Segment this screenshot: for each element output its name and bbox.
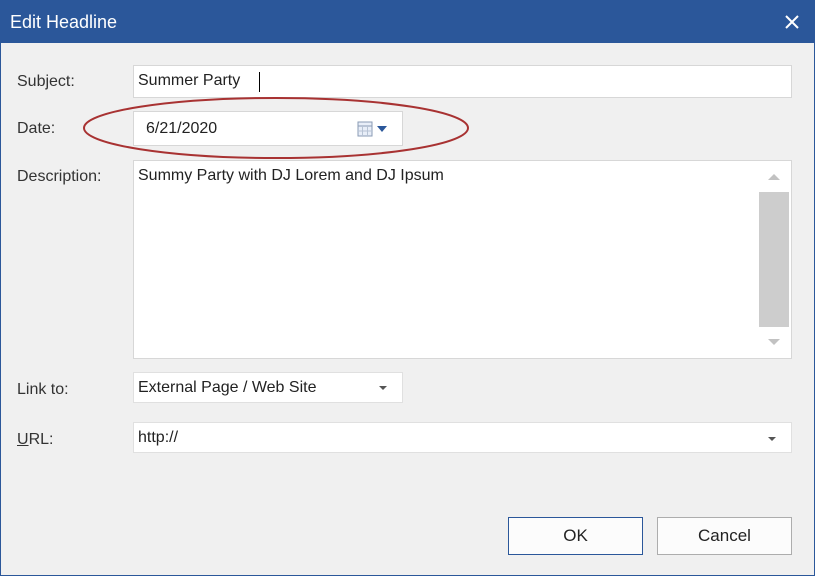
highlight-ellipse xyxy=(83,97,469,159)
description-textarea-value: Summy Party with DJ Lorem and DJ Ipsum xyxy=(138,167,444,184)
link-to-select[interactable]: External Page / Web Site xyxy=(133,372,403,403)
ok-button[interactable]: OK xyxy=(508,517,643,555)
close-button[interactable] xyxy=(768,0,815,43)
cancel-button[interactable]: Cancel xyxy=(657,517,792,555)
subject-input-value: Summer Party xyxy=(138,72,241,89)
scroll-up-icon[interactable] xyxy=(767,172,781,182)
close-icon xyxy=(785,14,799,29)
dialog-title: Edit Headline xyxy=(10,12,118,32)
date-label: Date: xyxy=(17,120,56,137)
subject-label: Subject: xyxy=(17,73,75,90)
link-to-label: Link to: xyxy=(17,381,69,398)
url-combobox-value: http:// xyxy=(138,429,179,446)
chevron-down-icon xyxy=(379,386,387,390)
url-combobox[interactable]: http:// xyxy=(133,422,792,453)
scrollbar-thumb[interactable] xyxy=(759,192,789,327)
edit-headline-dialog: Edit Headline Subject: Summer Party Date… xyxy=(0,0,815,576)
description-textarea[interactable]: Summy Party with DJ Lorem and DJ Ipsum xyxy=(133,160,792,359)
scroll-down-icon[interactable] xyxy=(767,337,781,347)
url-label: URL: xyxy=(17,431,54,448)
subject-input[interactable]: Summer Party xyxy=(133,65,792,98)
link-to-select-value: External Page / Web Site xyxy=(138,379,317,396)
description-label: Description: xyxy=(17,168,102,185)
description-scrollbar[interactable] xyxy=(758,162,790,357)
text-caret xyxy=(259,72,260,92)
title-bar: Edit Headline xyxy=(1,0,815,43)
chevron-down-icon xyxy=(768,437,776,441)
